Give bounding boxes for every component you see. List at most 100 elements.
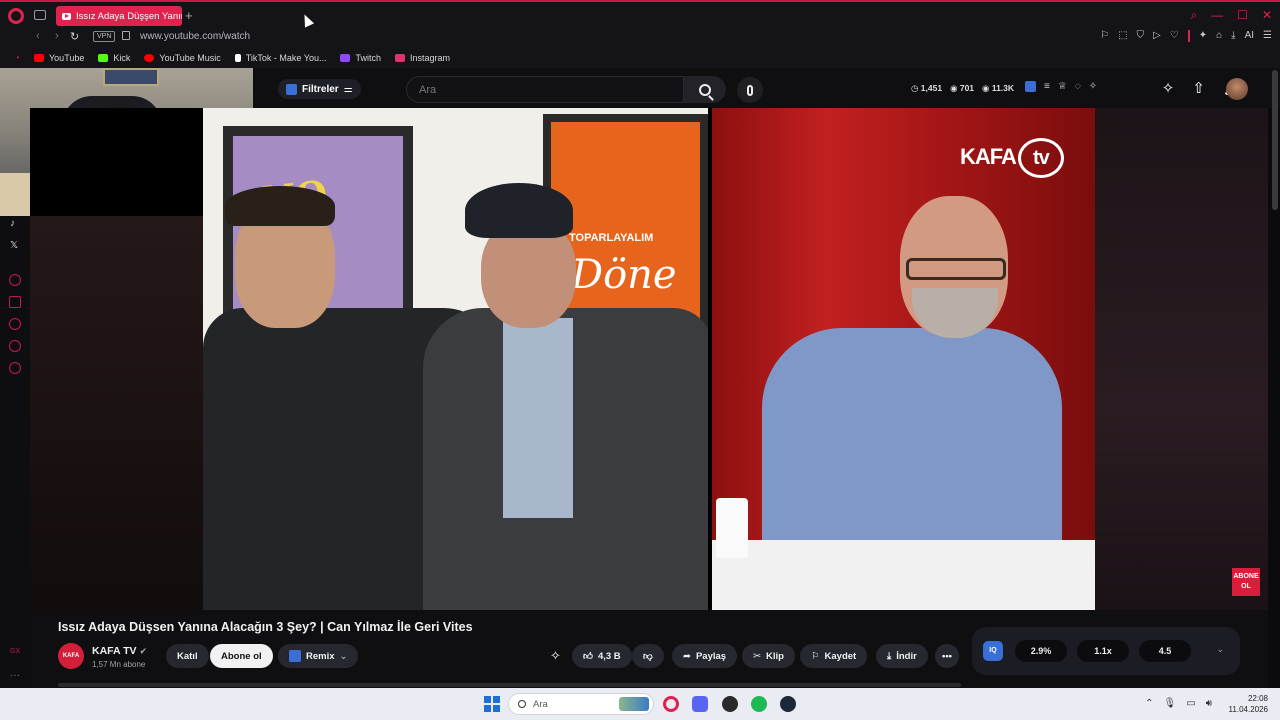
clip-button[interactable]: ✂ Klip <box>742 644 795 668</box>
search-tabs-icon[interactable]: ⌕ <box>1190 8 1197 23</box>
wallet-icon[interactable]: ⌂ <box>1216 30 1222 42</box>
steam-taskbar-icon[interactable] <box>780 696 796 712</box>
join-button[interactable]: Katıl <box>166 644 209 668</box>
download-icon[interactable]: ⤓ <box>1231 30 1235 42</box>
video-player[interactable]: NO TOPARLAYALIM Döne KAFAtv ABONE OL <box>30 108 1268 610</box>
filters-button[interactable]: Filtreler ⚌ <box>278 79 361 99</box>
like-button[interactable]: 👍︎ 4,3 B <box>572 644 632 668</box>
chat-icon[interactable]: ◌ <box>1075 81 1081 92</box>
url-field[interactable]: www.youtube.com/watch <box>140 31 250 42</box>
forward-icon[interactable]: › <box>55 30 59 42</box>
search-input[interactable]: Ara <box>406 76 684 103</box>
bookmark-instagram[interactable]: Instagram <box>394 53 450 63</box>
browser-toolbar: ⚐ ⬚ ⛉ ▷ ♡ ✦ ⌂ ⤓ AI ☰ <box>1100 30 1272 42</box>
channel-avatar[interactable]: KAFA <box>58 643 84 669</box>
description-preview[interactable] <box>58 683 961 687</box>
taskbar-search[interactable]: Ara <box>508 693 654 715</box>
list-icon[interactable]: ≡ <box>1044 81 1050 92</box>
remix-button[interactable]: Remix ⌄ <box>278 644 359 668</box>
minimize-icon[interactable]: — <box>1211 8 1223 23</box>
guest-left-hair <box>225 186 335 226</box>
chevron-down-icon[interactable]: ⌄ <box>1216 644 1224 655</box>
download-button[interactable]: ⤓ İndir <box>876 644 928 668</box>
discord-taskbar-icon[interactable] <box>692 696 708 712</box>
settings-sidebar-icon[interactable] <box>9 362 21 374</box>
heart-icon[interactable]: ♡ <box>1170 30 1179 42</box>
bookmark-tiktok[interactable]: TikTok - Make You... <box>234 53 326 63</box>
obs-taskbar-icon[interactable] <box>722 696 738 712</box>
snapshot-icon[interactable]: ⬚ <box>1118 30 1127 42</box>
guest-right-shirt <box>503 318 573 518</box>
shield-icon[interactable]: ⛉ <box>1137 30 1145 42</box>
reload-icon[interactable]: ↻ <box>70 30 79 43</box>
player-icon[interactable]: ▷ <box>1153 30 1161 42</box>
vpn-badge[interactable]: VPN <box>93 31 116 42</box>
bookmark-kick[interactable]: Kick <box>98 53 130 63</box>
like-count: 4,3 B <box>597 650 621 662</box>
bookmark-label: Twitch <box>355 53 381 63</box>
microphone-tray-icon[interactable]: 🎙︎ <box>1164 698 1177 709</box>
iq-value-percent: 2.9% <box>1015 640 1067 662</box>
new-tab-icon[interactable]: + <box>185 8 193 23</box>
windows-start-icon[interactable] <box>484 696 500 712</box>
stat-views: ◉ 701 <box>950 83 975 93</box>
lock-icon[interactable] <box>122 31 130 40</box>
iq-badge[interactable]: IQ <box>983 641 1003 661</box>
spotify-taskbar-icon[interactable] <box>751 696 767 712</box>
network-icon[interactable]: ▭ <box>1186 698 1195 709</box>
aria-ai-button[interactable]: AI <box>1245 30 1254 42</box>
search-button[interactable] <box>684 76 726 103</box>
close-icon[interactable]: ✕ <box>1262 8 1272 23</box>
bookmark-youtube-music[interactable]: YouTube Music <box>144 53 221 63</box>
toolbar-divider <box>1187 30 1190 42</box>
dislike-button[interactable]: 👎︎ <box>632 644 664 668</box>
upload-icon[interactable]: ⇧ <box>1192 79 1205 97</box>
more-actions-button[interactable]: ••• <box>935 644 959 668</box>
voice-search-button[interactable] <box>737 77 763 103</box>
sponsor-icon[interactable]: ✧ <box>1162 79 1175 97</box>
subscribe-watermark[interactable]: ABONE OL <box>1232 568 1260 596</box>
sliders-icon: ⚌ <box>343 83 353 95</box>
sponsor-icon[interactable]: ✧ <box>550 648 561 664</box>
x-sidebar-icon[interactable]: 𝕏 <box>10 240 18 251</box>
channel-name[interactable]: KAFA TV ✔ <box>92 645 147 657</box>
sparkle-icon[interactable]: ✧ <box>1089 81 1097 92</box>
active-tab[interactable]: Issız Adaya Düşşen Yanına <box>56 6 182 26</box>
opera-logo-icon[interactable] <box>8 8 24 24</box>
gx-sidebar-icon[interactable]: GX <box>10 648 20 655</box>
save-button[interactable]: ⚐ Kaydet <box>800 644 868 668</box>
chevron-up-icon[interactable]: ⌃ <box>1145 698 1153 709</box>
clip-label: Klip <box>765 650 784 662</box>
menu-icon[interactable]: ☰ <box>1263 30 1272 42</box>
poster-text-small: TOPARLAYALIM <box>569 232 654 244</box>
back-icon[interactable]: ‹ <box>36 30 40 42</box>
trophy-icon[interactable]: ♕ <box>1058 81 1067 92</box>
iq-icon[interactable] <box>1025 81 1036 92</box>
bookmarks-sidebar-icon[interactable] <box>9 296 21 308</box>
bookmark-youtube[interactable]: YouTube <box>34 53 84 63</box>
clock-date: 11.04.2026 <box>1228 705 1268 714</box>
volume-icon[interactable]: 🔊︎ <box>1206 698 1212 709</box>
opera-gx-taskbar-icon[interactable] <box>663 696 679 712</box>
bookmark-twitch[interactable]: Twitch <box>340 53 381 63</box>
download-label: İndir <box>896 650 917 662</box>
thumbs-down-icon: 👎︎ <box>643 651 653 662</box>
history-sidebar-icon[interactable] <box>9 318 21 330</box>
video-title: Issız Adaya Düşsen Yanına Alacağın 3 Şey… <box>58 620 473 634</box>
player-sidebar-icon[interactable] <box>9 274 21 286</box>
share-button[interactable]: ➦ Paylaş <box>672 644 738 668</box>
filters-label: Filtreler <box>302 83 339 95</box>
speed-dial-icon[interactable]: ◔ <box>0 53 34 64</box>
tiktok-sidebar-icon[interactable]: ♪ <box>10 218 15 229</box>
maximize-icon[interactable]: ☐ <box>1237 8 1248 23</box>
page-scrollbar[interactable] <box>1272 70 1278 210</box>
user-avatar[interactable] <box>1226 78 1248 100</box>
search-icon <box>518 700 526 708</box>
more-sidebar-icon[interactable]: ··· <box>10 670 20 681</box>
messenger-sidebar-icon[interactable] <box>9 340 21 352</box>
tab-islands-icon[interactable] <box>34 10 46 20</box>
bookmark-icon[interactable]: ⚐ <box>1100 30 1109 42</box>
system-clock[interactable]: 22:08 11.04.2026 <box>1229 693 1268 715</box>
extensions-icon[interactable]: ✦ <box>1199 30 1207 42</box>
subscribe-button[interactable]: Abone ol <box>210 644 273 668</box>
